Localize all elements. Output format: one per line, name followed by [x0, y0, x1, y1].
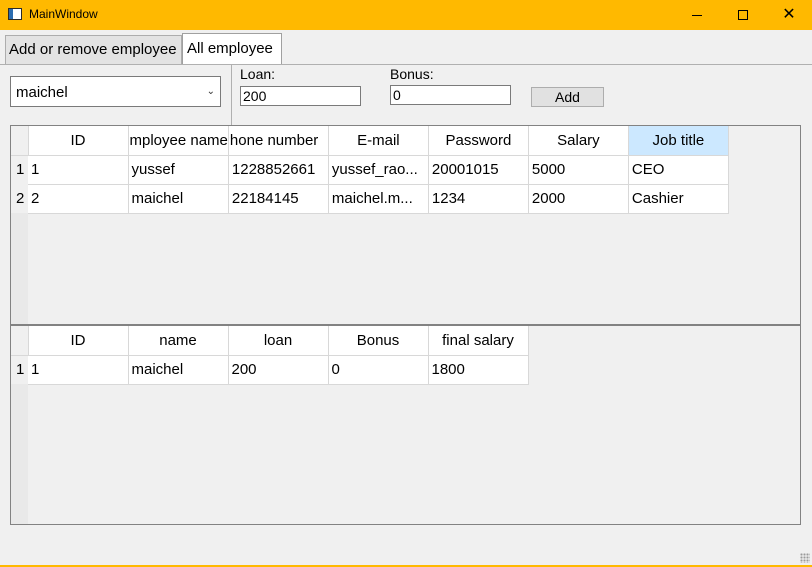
cell-phone-number[interactable]: 1228852661 [228, 155, 329, 185]
cell-email[interactable]: maichel.m... [328, 184, 429, 214]
cell-final-salary[interactable]: 1800 [428, 355, 529, 385]
cell-loan[interactable]: 200 [228, 355, 329, 385]
row-header[interactable]: 2 [11, 184, 28, 213]
bonus-label: Bonus: [390, 66, 434, 82]
column-header-id[interactable]: ID [28, 126, 129, 156]
table-row[interactable]: 1 1 yussef 1228852661 yussef_rao... 2000… [11, 155, 729, 185]
cell-job-title[interactable]: CEO [628, 155, 729, 185]
column-header-email[interactable]: E-mail [328, 126, 429, 156]
cell-employee-name[interactable]: maichel [128, 184, 229, 214]
cell-id[interactable]: 1 [28, 355, 129, 385]
table-header-row: ID Employee name Phone number E-mail Pas… [11, 126, 729, 156]
column-header-final-salary[interactable]: final salary [428, 326, 529, 356]
column-header-name[interactable]: name [128, 326, 229, 356]
corner-button[interactable] [11, 126, 29, 156]
corner-button[interactable] [11, 326, 29, 356]
cell-phone-number[interactable]: 22184145 [228, 184, 329, 214]
table-row[interactable]: 2 2 maichel 22184145 maichel.m... 1234 2… [11, 184, 729, 214]
tab-add-or-remove-employee[interactable]: Add or remove employee [5, 35, 182, 64]
loan-input[interactable]: 200 [240, 86, 361, 106]
column-header-job-title[interactable]: Job title [628, 126, 729, 156]
row-header[interactable]: 1 [11, 355, 28, 384]
column-header-id[interactable]: ID [28, 326, 129, 356]
add-button[interactable]: Add [531, 87, 604, 107]
cell-job-title[interactable]: Cashier [628, 184, 729, 214]
column-header-salary[interactable]: Salary [528, 126, 629, 156]
loan-label: Loan: [240, 66, 276, 82]
cell-email[interactable]: yussef_rao... [328, 155, 429, 185]
cell-id[interactable]: 1 [28, 155, 129, 185]
employees-table[interactable]: ID Employee name Phone number E-mail Pas… [10, 125, 801, 325]
close-icon: ✕ [782, 6, 796, 23]
cell-salary[interactable]: 5000 [528, 155, 629, 185]
resize-grip-icon[interactable] [800, 553, 810, 563]
column-header-bonus[interactable]: Bonus [328, 326, 429, 356]
close-button[interactable]: ✕ [766, 0, 812, 30]
app-window-icon [8, 8, 22, 20]
cell-salary[interactable]: 2000 [528, 184, 629, 214]
cell-employee-name[interactable]: yussef [128, 155, 229, 185]
row-header[interactable]: 1 [11, 155, 28, 184]
salary-table[interactable]: ID name loan Bonus final salary 1 1 maic… [10, 325, 801, 525]
minimize-button[interactable] [674, 0, 720, 30]
maximize-button[interactable] [720, 0, 766, 30]
cell-password[interactable]: 1234 [428, 184, 529, 214]
bonus-input[interactable]: 0 [390, 85, 511, 105]
employee-select[interactable]: maichel ⌄ [10, 76, 221, 107]
employee-select-value: maichel [16, 84, 68, 101]
column-header-loan[interactable]: loan [228, 326, 329, 356]
tab-bar-divider [0, 64, 812, 65]
title-bar: MainWindow ✕ [0, 0, 812, 30]
tab-all-employee[interactable]: All employee [182, 33, 282, 64]
cell-name[interactable]: maichel [128, 355, 229, 385]
cell-id[interactable]: 2 [28, 184, 129, 214]
minimize-icon [692, 14, 702, 16]
cell-bonus[interactable]: 0 [328, 355, 429, 385]
cell-password[interactable]: 20001015 [428, 155, 529, 185]
table-row[interactable]: 1 1 maichel 200 0 1800 [11, 355, 529, 385]
form-divider [231, 65, 232, 126]
maximize-icon [738, 10, 748, 20]
column-header-phone-number[interactable]: Phone number [228, 126, 329, 156]
column-header-password[interactable]: Password [428, 126, 529, 156]
chevron-down-icon: ⌄ [206, 86, 215, 97]
column-header-employee-name[interactable]: Employee name [128, 126, 229, 156]
window-title: MainWindow [29, 7, 98, 21]
table-header-row: ID name loan Bonus final salary [11, 326, 529, 356]
